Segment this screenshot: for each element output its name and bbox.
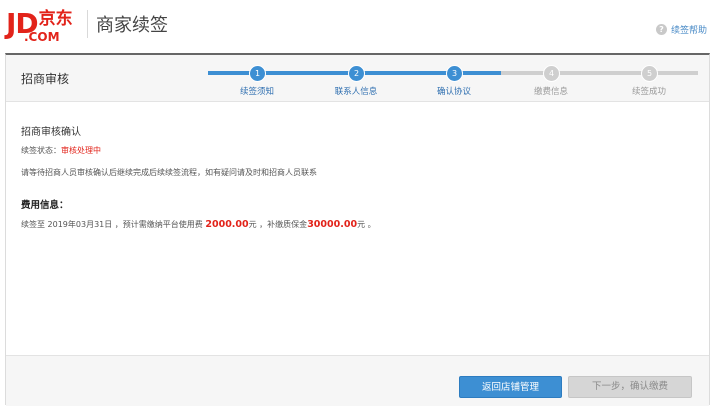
step-2-label: 联系人信息 [334, 87, 378, 97]
step-1-circle: 1 [249, 65, 266, 82]
logo-com-text: .COM [24, 30, 60, 44]
panel-title: 招商审核 [21, 72, 70, 86]
panel-header: 招商审核 1 2 3 4 5 续签须知 联系人信息 确认协议 缴费信息 续签成功 [6, 55, 709, 102]
step-5-circle: 5 [641, 65, 658, 82]
step-4-circle: 4 [543, 65, 560, 82]
status-label: 续签状态： [21, 146, 61, 155]
fee-unit-2: 元 。 [357, 220, 376, 229]
logo-cn-text: 京东 [38, 9, 73, 29]
fee-prefix: 续签至 2019年03月31日 ，预计需缴纳平台使用费 [21, 220, 203, 229]
platform-fee-amount: 2000.00 [205, 219, 249, 230]
status-row: 续签状态：审核处理中 [21, 145, 101, 156]
next-confirm-payment-button[interactable]: 下一步，确认缴费 [568, 376, 692, 398]
deposit-amount: 30000.00 [307, 219, 358, 230]
status-value: 审核处理中 [61, 146, 101, 155]
app-title: 商家续签 [96, 15, 168, 36]
step-2-circle: 2 [348, 65, 365, 82]
progress-line-todo [501, 71, 698, 75]
panel-footer: 返回店铺管理 下一步，确认缴费 [6, 355, 709, 406]
step-5-label: 续签成功 [631, 87, 666, 97]
question-icon: ? [655, 24, 667, 35]
step-3-circle: 3 [446, 65, 463, 82]
fee-unit-1: 元 ，补缴质保金 [248, 220, 308, 229]
fee-row: 续签至 2019年03月31日 ，预计需缴纳平台使用费 2000.00元 ，补缴… [21, 219, 376, 230]
main-panel: 招商审核 1 2 3 4 5 续签须知 联系人信息 确认协议 缴费信息 续签成功… [5, 53, 710, 406]
back-to-shop-button[interactable]: 返回店铺管理 [459, 376, 562, 398]
step-4-label: 缴费信息 [533, 87, 568, 97]
notice-text: 请等待招商人员审核确认后继续完成后续续签流程，如有疑问请及时和招商人员联系 [21, 168, 317, 177]
help-label: 续签帮助 [670, 26, 707, 36]
step-3-label: 确认协议 [436, 87, 471, 97]
help-link[interactable]: ? 续签帮助 [655, 23, 707, 36]
step-1-label: 续签须知 [239, 87, 274, 97]
jd-logo[interactable]: JD 京东 .COM [6, 8, 73, 45]
header-divider [87, 10, 88, 38]
section-title: 招商审核确认 [21, 127, 81, 138]
fee-title: 费用信息： [21, 200, 69, 211]
